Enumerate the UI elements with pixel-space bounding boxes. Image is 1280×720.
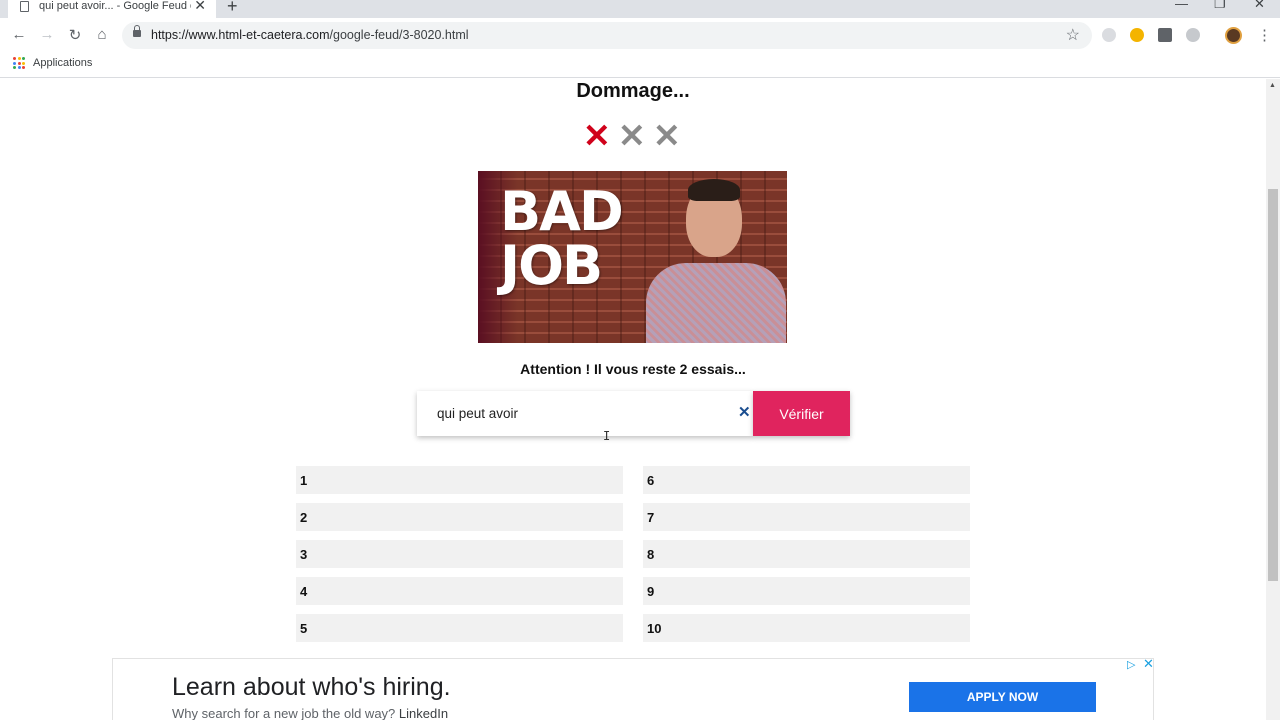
- search-box: ✕: [417, 391, 753, 436]
- answer-slot: 9: [643, 577, 970, 605]
- text-cursor-icon: I: [603, 429, 611, 443]
- ad-subtitle: Why search for a new job the old way? Li…: [172, 706, 449, 720]
- person-figure: [646, 263, 786, 343]
- strikes-indicator: ✕ ✕ ✕: [583, 117, 681, 154]
- bookmark-star-icon[interactable]: ☆: [1066, 25, 1080, 45]
- browser-tab[interactable]: qui peut avoir... - Google Feud et ✕: [8, 0, 216, 18]
- strike-cross-icon: ✕: [653, 117, 681, 154]
- clear-icon[interactable]: ✕: [738, 403, 751, 421]
- address-bar[interactable]: https://www.html-et-caetera.com/google-f…: [122, 22, 1092, 49]
- scroll-thumb[interactable]: [1268, 189, 1278, 581]
- gif-caption: BAD JOB: [500, 180, 624, 297]
- strike-cross-icon: ✕: [618, 117, 646, 154]
- apps-bookmark-label[interactable]: Applications: [33, 57, 92, 69]
- ad-title[interactable]: Learn about who's hiring.: [172, 673, 451, 702]
- lock-icon: [133, 25, 141, 37]
- page-content: Dommage... ✕ ✕ ✕ BAD JOB Attention ! Il …: [0, 79, 1266, 720]
- answer-slot: 2: [296, 503, 623, 531]
- answer-slot: 8: [643, 540, 970, 568]
- cast-extension-icon[interactable]: [1186, 28, 1200, 42]
- help-extension-icon[interactable]: [1158, 28, 1172, 42]
- bad-job-gif: BAD JOB: [478, 171, 787, 343]
- verify-button[interactable]: Vérifier: [753, 391, 850, 436]
- tab-title: qui peut avoir... - Google Feud et: [39, 0, 191, 12]
- back-arrow-icon[interactable]: ←: [10, 26, 28, 43]
- forward-arrow-icon[interactable]: →: [38, 26, 56, 43]
- adchoices-icon[interactable]: ▷: [1127, 658, 1135, 671]
- profile-avatar[interactable]: [1225, 27, 1242, 44]
- page-scrollbar[interactable]: ▲: [1266, 79, 1280, 720]
- answer-slot: 3: [296, 540, 623, 568]
- new-tab-button[interactable]: +: [227, 0, 238, 17]
- tab-bar: qui peut avoir... - Google Feud et ✕ + —…: [0, 0, 1280, 18]
- answer-slot: 5: [296, 614, 623, 642]
- page-icon: [20, 0, 29, 12]
- answer-slot: 7: [643, 503, 970, 531]
- url-text[interactable]: https://www.html-et-caetera.com/google-f…: [151, 28, 469, 42]
- reload-icon[interactable]: ↻: [66, 26, 84, 44]
- close-window-button[interactable]: ✕: [1254, 0, 1265, 12]
- home-icon[interactable]: ⌂: [93, 26, 111, 43]
- ad-banner[interactable]: ▷ ✕ Learn about who's hiring. Why search…: [112, 656, 1154, 720]
- strike-cross-icon: ✕: [583, 117, 611, 154]
- answer-slot: 6: [643, 466, 970, 494]
- maximize-button[interactable]: ❐: [1214, 0, 1226, 12]
- tab-close-icon[interactable]: ✕: [194, 0, 206, 14]
- search-extension-icon[interactable]: [1130, 28, 1144, 42]
- minimize-button[interactable]: —: [1175, 0, 1188, 11]
- kebab-menu-icon[interactable]: ⋮: [1257, 26, 1272, 44]
- answers-grid: 1 2 3 4 5 6 7 8 9 10: [296, 466, 971, 642]
- scroll-up-icon[interactable]: ▲: [1269, 82, 1276, 89]
- tries-warning: Attention ! Il vous reste 2 essais...: [520, 361, 746, 377]
- result-heading: Dommage...: [576, 80, 690, 102]
- apply-now-button[interactable]: APPLY NOW: [909, 682, 1096, 712]
- answer-slot: 4: [296, 577, 623, 605]
- bookmarks-bar: Applications: [0, 52, 1280, 78]
- extension-icon[interactable]: [1102, 28, 1116, 42]
- apps-grid-icon[interactable]: [13, 57, 25, 69]
- search-input[interactable]: [417, 391, 737, 436]
- ad-close-icon[interactable]: ✕: [1143, 656, 1154, 672]
- answer-slot: 10: [643, 614, 970, 642]
- browser-toolbar: ← → ↻ ⌂ https://www.html-et-caetera.com/…: [0, 18, 1280, 52]
- answer-slot: 1: [296, 466, 623, 494]
